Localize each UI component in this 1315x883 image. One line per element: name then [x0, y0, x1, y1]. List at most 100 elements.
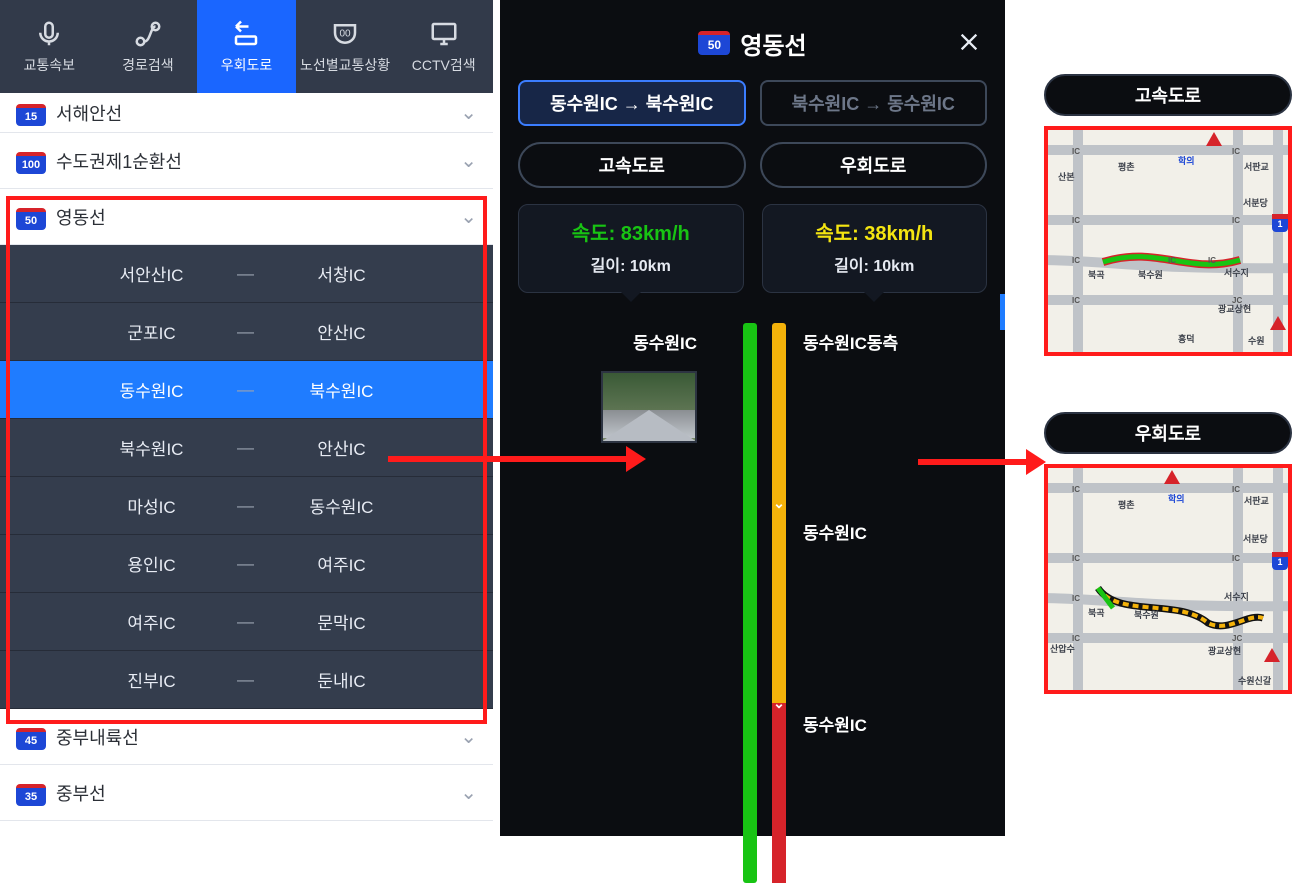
speed-highway: 속도: 83km/h 길이: 10km	[518, 204, 744, 293]
close-icon	[958, 31, 980, 53]
svg-text:1: 1	[1277, 557, 1282, 567]
tab-traffic-news[interactable]: 교통속보	[0, 0, 99, 93]
speed-value: 38km/h	[864, 223, 933, 245]
chevron-down-icon: ⌄	[773, 495, 785, 512]
chevron-down-icon: ⌄	[460, 100, 477, 125]
route-item-jungbu[interactable]: 35 중부선 ⌄	[0, 765, 493, 821]
speed-value: 83km/h	[621, 223, 690, 245]
dash-icon: —	[227, 496, 267, 516]
close-button[interactable]	[951, 24, 987, 60]
route-shield: 45	[16, 728, 46, 750]
svg-text:JC: JC	[1232, 296, 1242, 305]
svg-text:흥덕: 흥덕	[1178, 333, 1195, 344]
segment-list: 서안산IC—서창IC 군포IC—안산IC 동수원IC—북수원IC 북수원IC—안…	[0, 245, 493, 709]
seg-b: 동수원IC	[267, 493, 417, 518]
chevron-down-icon: ⌄	[460, 148, 477, 173]
segment-item-selected[interactable]: 동수원IC—북수원IC	[0, 361, 493, 419]
svg-text:IC: IC	[1072, 216, 1080, 225]
seg-a: 북수원IC	[77, 435, 227, 460]
route-item-seohaean[interactable]: 15서해안선 ⌄	[0, 93, 493, 133]
segment-item[interactable]: 마성IC—동수원IC	[0, 477, 493, 535]
route-item-sudogwon[interactable]: 100수도권제1순환선 ⌄	[0, 133, 493, 189]
speed-row: 속도: 83km/h 길이: 10km 속도: 38km/h 길이: 10km	[518, 204, 987, 293]
svg-text:IC: IC	[1168, 256, 1176, 265]
seg-a: 마성IC	[77, 493, 227, 518]
node-label: 동수원IC동측	[803, 329, 1003, 354]
svg-text:IC: IC	[1232, 147, 1240, 156]
svg-text:1: 1	[1277, 219, 1282, 229]
route-name: 수도권제1순환선	[56, 152, 182, 172]
direction-a-button[interactable]: 동수원IC → 북수원IC	[518, 80, 746, 126]
route-type-row: 고속도로 우회도로	[518, 142, 987, 188]
svg-text:서판교: 서판교	[1244, 161, 1269, 172]
annotation-arrow	[918, 459, 1028, 465]
tab-cctv[interactable]: CCTV검색	[394, 0, 493, 93]
cctv-thumbnail[interactable]	[601, 371, 697, 443]
route-name: 영동선	[740, 26, 806, 61]
seg-a: 서안산IC	[77, 261, 227, 286]
seg-a: 진부IC	[77, 667, 227, 692]
dash-icon: —	[227, 438, 267, 458]
dash-icon: —	[227, 554, 267, 574]
svg-text:IC: IC	[1072, 485, 1080, 494]
length-value: 길이: 10km	[527, 252, 735, 276]
segment-item[interactable]: 북수원IC—안산IC	[0, 419, 493, 477]
segment-item[interactable]: 용인IC—여주IC	[0, 535, 493, 593]
lane-highway	[743, 323, 757, 883]
chevron-down-icon: ⌄	[773, 695, 785, 712]
segment-item[interactable]: 서안산IC—서창IC	[0, 245, 493, 303]
tab-detour[interactable]: 우회도로	[197, 0, 296, 93]
svg-text:IC: IC	[1232, 554, 1240, 563]
route-item-jungbunaeryuk[interactable]: 45중부내륙선 ⌄	[0, 709, 493, 765]
chevron-down-icon: ⌄	[460, 204, 477, 229]
lane-detour: ⌄ ⌄	[772, 323, 786, 883]
route-item-yeongdong[interactable]: 50영동선 ⌄	[0, 189, 493, 245]
route-shield: 50	[698, 31, 730, 55]
left-panel: 교통속보 경로검색 우회도로 00 노선별교통상황 CCTV검색 15서해안선 …	[0, 0, 493, 836]
highway-button[interactable]: 고속도로	[518, 142, 746, 188]
tab-line-traffic[interactable]: 00 노선별교통상황	[296, 0, 395, 93]
tab-label: 교통속보	[24, 55, 76, 75]
monitor-icon	[429, 19, 459, 49]
highway-map[interactable]: 산본 평촌 학의 서판교 서분당 북곡 북수원 서수지 광교상현 흥덕 수원 1	[1044, 126, 1292, 356]
svg-text:평촌: 평촌	[1118, 499, 1135, 510]
svg-text:수원신갈: 수원신갈	[1238, 675, 1272, 686]
segment-item[interactable]: 진부IC—둔내IC	[0, 651, 493, 709]
dash-icon: —	[227, 322, 267, 342]
segment-item[interactable]: 군포IC—안산IC	[0, 303, 493, 361]
traffic-seg-slow	[772, 503, 786, 703]
node-label: 동수원IC	[803, 519, 1003, 544]
seg-a: 용인IC	[77, 551, 227, 576]
tab-label: 노선별교통상황	[300, 55, 390, 75]
maps-column: 고속도로 산본 평촌 학의 서판교	[1044, 74, 1292, 750]
route-name: 영동선	[56, 208, 106, 228]
svg-text:북수원: 북수원	[1138, 269, 1163, 280]
seg-b: 문막IC	[267, 609, 417, 634]
svg-text:IC: IC	[1072, 554, 1080, 563]
detour-map[interactable]: 평촌 학의 서판교 서분당 북곡 북수원 서수지 산압수 광교상현 수원신갈 1	[1044, 464, 1292, 694]
tab-route-search[interactable]: 경로검색	[99, 0, 198, 93]
chevron-down-icon: ⌄	[460, 780, 477, 805]
highway-map-title[interactable]: 고속도로	[1044, 74, 1292, 116]
seg-b: 여주IC	[267, 551, 417, 576]
dash-icon: —	[227, 380, 267, 400]
detail-header: 50 영동선	[518, 18, 987, 68]
svg-text:서분당: 서분당	[1243, 197, 1269, 208]
svg-text:IC: IC	[1072, 296, 1080, 305]
tab-label: 우회도로	[221, 55, 273, 75]
segment-item[interactable]: 여주IC—문막IC	[0, 593, 493, 651]
route-name: 중부선	[56, 784, 106, 804]
detour-button[interactable]: 우회도로	[760, 142, 988, 188]
scroll-indicator[interactable]	[1000, 294, 1005, 330]
svg-text:산압수: 산압수	[1050, 643, 1075, 654]
direction-b-button[interactable]: 북수원IC → 동수원IC	[760, 80, 988, 126]
svg-text:IC: IC	[1072, 594, 1080, 603]
svg-text:북곡: 북곡	[1088, 608, 1105, 618]
route-shield: 35	[16, 784, 46, 806]
svg-text:IC: IC	[1232, 216, 1240, 225]
seg-a: 동수원IC	[77, 377, 227, 402]
svg-text:서분당: 서분당	[1243, 533, 1269, 544]
shield-icon: 00	[330, 19, 360, 49]
detour-map-title[interactable]: 우회도로	[1044, 412, 1292, 454]
svg-text:IC: IC	[1208, 256, 1216, 265]
